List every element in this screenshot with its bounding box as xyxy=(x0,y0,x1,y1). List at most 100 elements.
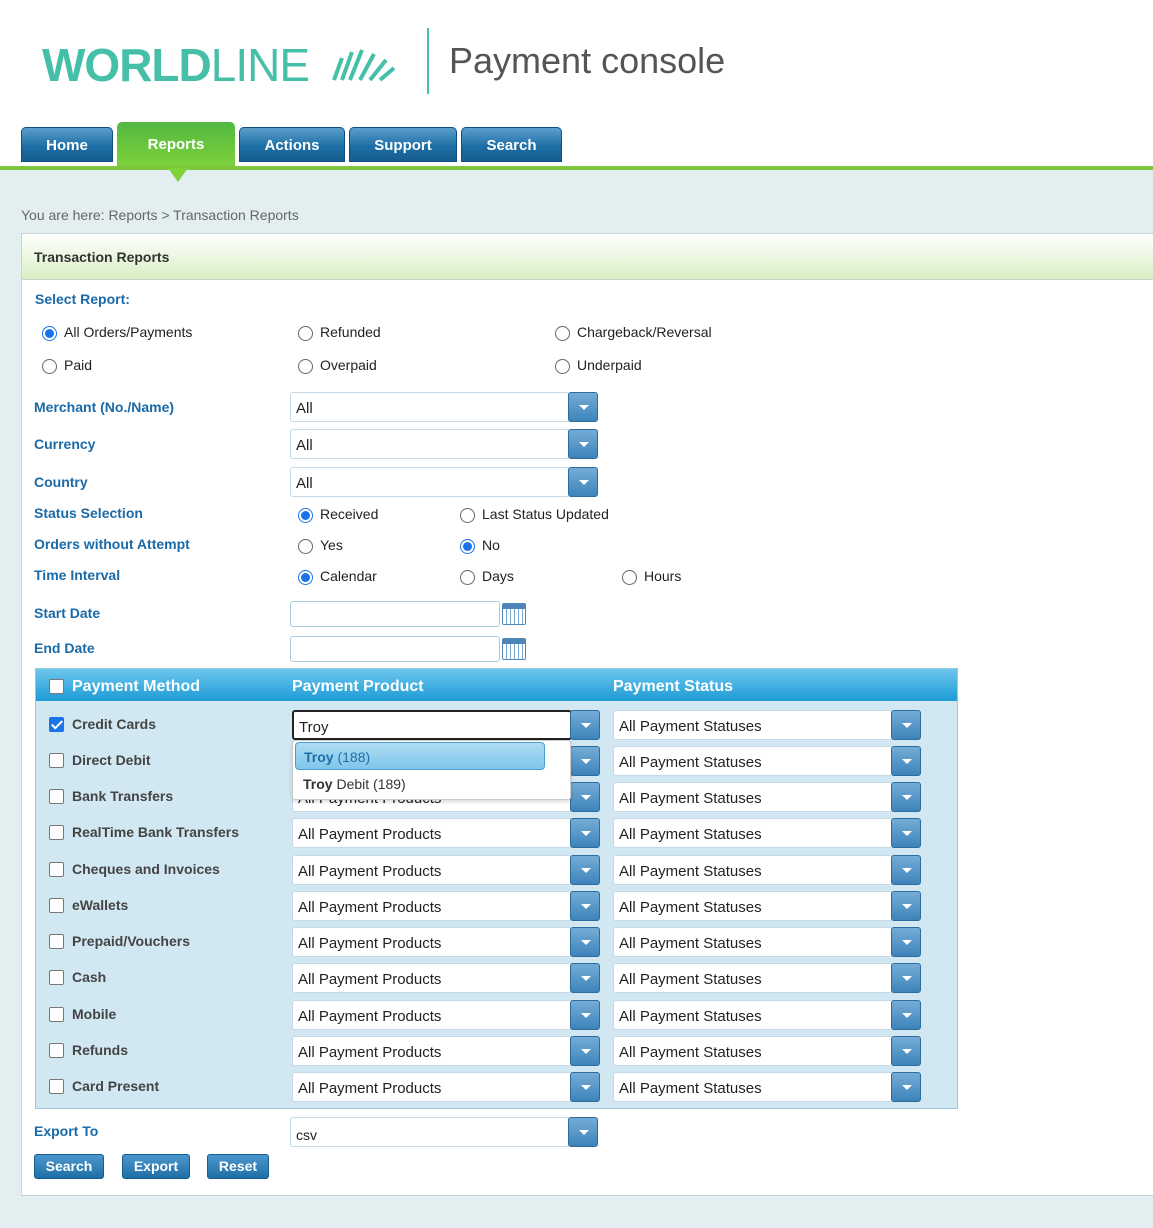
autocomplete-option[interactable]: Troy (188) xyxy=(295,742,545,770)
payment-method-10[interactable]: Card Present xyxy=(49,1078,159,1094)
checkbox[interactable] xyxy=(49,1006,64,1022)
chevron-down-icon[interactable] xyxy=(570,1036,600,1066)
payment-status-select-value[interactable]: All Payment Statuses xyxy=(613,1000,893,1030)
report-option-3[interactable]: Paid xyxy=(42,357,92,374)
chevron-down-icon[interactable] xyxy=(570,927,600,957)
chevron-down-icon[interactable] xyxy=(570,855,600,885)
chevron-down-icon[interactable] xyxy=(568,1117,598,1147)
chevron-down-icon[interactable] xyxy=(891,818,921,848)
nav-tab-home[interactable]: Home xyxy=(21,127,113,162)
nav-tab-actions[interactable]: Actions xyxy=(239,127,345,162)
payment-product-select-value[interactable]: All Payment Products xyxy=(292,963,572,993)
payment-status-select-value[interactable]: All Payment Statuses xyxy=(613,710,893,740)
checkbox[interactable] xyxy=(49,788,64,804)
calendar-icon[interactable] xyxy=(502,638,526,660)
country-select-value[interactable]: All xyxy=(290,467,570,497)
payment-method-7[interactable]: Cash xyxy=(49,969,106,985)
payment-status-select-value[interactable]: All Payment Statuses xyxy=(613,1036,893,1066)
payment-method-6[interactable]: Prepaid/Vouchers xyxy=(49,933,190,949)
checkbox[interactable] xyxy=(49,1078,64,1094)
payment-method-2[interactable]: Bank Transfers xyxy=(49,788,173,804)
search-button[interactable]: Search xyxy=(34,1154,104,1179)
chevron-down-icon[interactable] xyxy=(568,467,598,497)
checkbox[interactable] xyxy=(49,897,64,913)
chevron-down-icon[interactable] xyxy=(891,1000,921,1030)
payment-method-9[interactable]: Refunds xyxy=(49,1042,128,1058)
payment-status-select-value[interactable]: All Payment Statuses xyxy=(613,818,893,848)
radio-icon[interactable] xyxy=(298,358,313,374)
payment-product-select-value[interactable]: All Payment Products xyxy=(292,1036,572,1066)
chevron-down-icon[interactable] xyxy=(891,1036,921,1066)
time_interval-option-0[interactable]: Calendar xyxy=(298,568,377,585)
radio-icon[interactable] xyxy=(298,507,313,523)
chevron-down-icon[interactable] xyxy=(891,927,921,957)
payment-status-select-value[interactable]: All Payment Statuses xyxy=(613,855,893,885)
autocomplete-option[interactable]: Troy Debit (189) xyxy=(295,770,545,798)
radio-icon[interactable] xyxy=(298,538,313,554)
export-format-value[interactable]: csv xyxy=(290,1117,570,1147)
payment-product-select-value[interactable]: All Payment Products xyxy=(292,927,572,957)
payment-method-8[interactable]: Mobile xyxy=(49,1006,116,1022)
checkbox[interactable] xyxy=(49,933,64,949)
currency-select-value[interactable]: All xyxy=(290,429,570,459)
radio-icon[interactable] xyxy=(460,538,475,554)
checkbox[interactable] xyxy=(49,1042,64,1058)
radio-icon[interactable] xyxy=(42,358,57,374)
report-option-2[interactable]: Chargeback/Reversal xyxy=(555,324,712,341)
chevron-down-icon[interactable] xyxy=(568,429,598,459)
radio-icon[interactable] xyxy=(460,507,475,523)
payment-status-select-value[interactable]: All Payment Statuses xyxy=(613,891,893,921)
end_date-input[interactable] xyxy=(290,636,500,662)
report-option-5[interactable]: Underpaid xyxy=(555,357,642,374)
chevron-down-icon[interactable] xyxy=(570,1072,600,1102)
chevron-down-icon[interactable] xyxy=(891,746,921,776)
payment-status-select-value[interactable]: All Payment Statuses xyxy=(613,1072,893,1102)
radio-icon[interactable] xyxy=(555,325,570,341)
payment-status-select-value[interactable]: All Payment Statuses xyxy=(613,963,893,993)
radio-icon[interactable] xyxy=(298,325,313,341)
export-button[interactable]: Export xyxy=(122,1154,190,1179)
payment-method-0[interactable]: Credit Cards xyxy=(49,716,156,732)
checkbox[interactable] xyxy=(49,824,64,840)
chevron-down-icon[interactable] xyxy=(891,855,921,885)
report-option-0[interactable]: All Orders/Payments xyxy=(42,324,192,341)
merchant-select-value[interactable]: All xyxy=(290,392,570,422)
chevron-down-icon[interactable] xyxy=(570,1000,600,1030)
chevron-down-icon[interactable] xyxy=(891,891,921,921)
status_selection-option-1[interactable]: Last Status Updated xyxy=(460,506,609,523)
radio-icon[interactable] xyxy=(622,569,637,585)
payment-status-select-value[interactable]: All Payment Statuses xyxy=(613,746,893,776)
chevron-down-icon[interactable] xyxy=(570,818,600,848)
orders_without_attempt-option-1[interactable]: No xyxy=(460,537,500,554)
time_interval-option-1[interactable]: Days xyxy=(460,568,514,585)
time_interval-option-2[interactable]: Hours xyxy=(622,568,681,585)
payment-product-select-value[interactable]: All Payment Products xyxy=(292,1072,572,1102)
chevron-down-icon[interactable] xyxy=(570,746,600,776)
payment-status-select-value[interactable]: All Payment Statuses xyxy=(613,927,893,957)
checkbox[interactable] xyxy=(49,752,64,768)
chevron-down-icon[interactable] xyxy=(570,891,600,921)
report-option-1[interactable]: Refunded xyxy=(298,324,381,341)
payment-method-1[interactable]: Direct Debit xyxy=(49,752,151,768)
chevron-down-icon[interactable] xyxy=(891,963,921,993)
payment-method-5[interactable]: eWallets xyxy=(49,897,128,913)
radio-icon[interactable] xyxy=(555,358,570,374)
chevron-down-icon[interactable] xyxy=(891,1072,921,1102)
chevron-down-icon[interactable] xyxy=(570,710,600,740)
chevron-down-icon[interactable] xyxy=(568,392,598,422)
payment-status-select-value[interactable]: All Payment Statuses xyxy=(613,782,893,812)
payment-method-3[interactable]: RealTime Bank Transfers xyxy=(49,824,239,840)
payment-product-select-value[interactable]: All Payment Products xyxy=(292,818,572,848)
nav-tab-reports[interactable]: Reports xyxy=(117,122,235,168)
chevron-down-icon[interactable] xyxy=(570,963,600,993)
orders_without_attempt-option-0[interactable]: Yes xyxy=(298,537,343,554)
payment-product-select-value[interactable]: All Payment Products xyxy=(292,891,572,921)
chevron-down-icon[interactable] xyxy=(570,782,600,812)
payment-product-select-value[interactable]: All Payment Products xyxy=(292,1000,572,1030)
start_date-input[interactable] xyxy=(290,601,500,627)
checkbox[interactable] xyxy=(49,969,64,985)
report-option-4[interactable]: Overpaid xyxy=(298,357,377,374)
reset-button[interactable]: Reset xyxy=(207,1154,269,1179)
status_selection-option-0[interactable]: Received xyxy=(298,506,378,523)
radio-icon[interactable] xyxy=(460,569,475,585)
